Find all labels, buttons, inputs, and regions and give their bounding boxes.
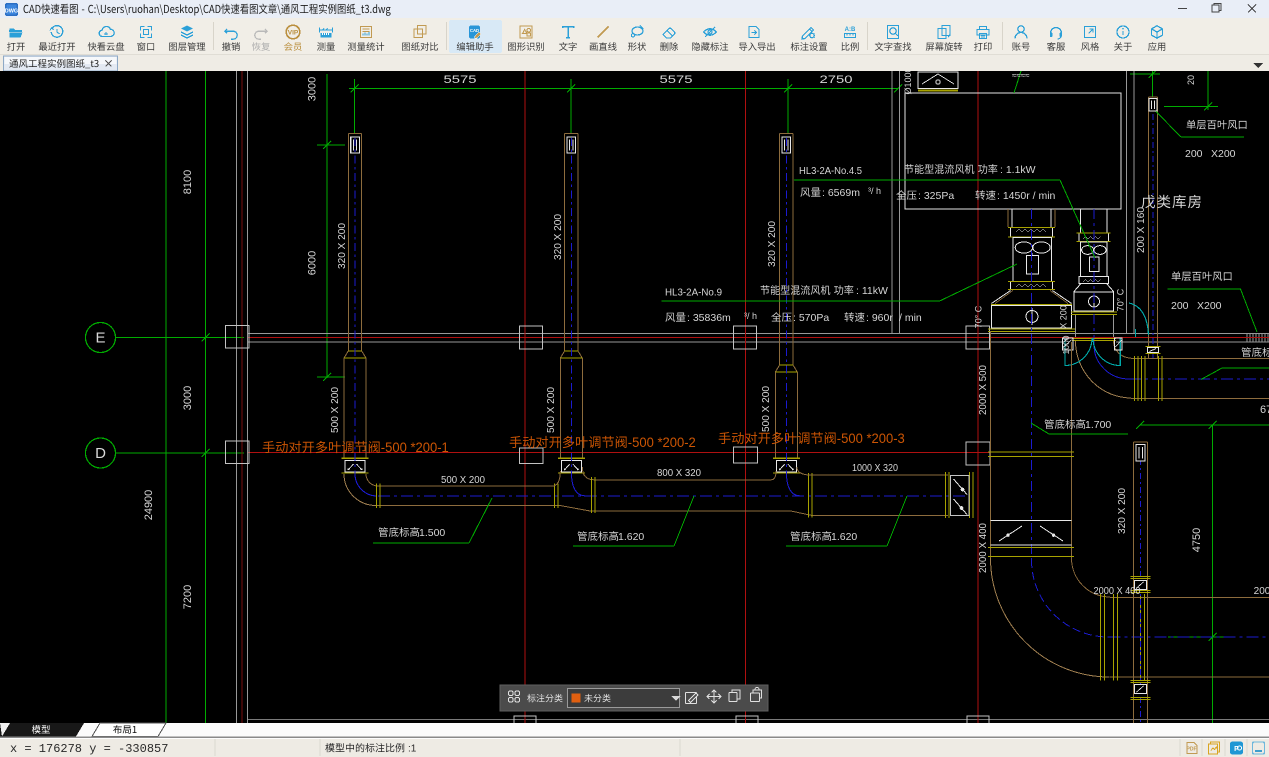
svg-text:200: 200	[1171, 300, 1189, 312]
svg-text:x = 176278 y = -330857: x = 176278 y = -330857	[10, 742, 168, 756]
svg-text:200: 200	[1254, 586, 1269, 597]
svg-text:: 325Pa: : 325Pa	[918, 190, 954, 202]
svg-text::1: :1	[408, 744, 417, 755]
svg-text:5575: 5575	[660, 74, 693, 86]
svg-text:X 200: X 200	[1059, 305, 1069, 329]
svg-text:: 1.1kW: : 1.1kW	[1000, 164, 1036, 176]
svg-text:CAD: CAD	[470, 28, 479, 33]
svg-text:20: 20	[1186, 75, 1196, 85]
svg-text:-500 *200-1: -500 *200-1	[381, 440, 449, 455]
svg-text:3000: 3000	[182, 386, 194, 410]
svg-text:4750: 4750	[1191, 528, 1203, 552]
svg-text:1.500: 1.500	[419, 527, 445, 539]
svg-text:PDF: PDF	[1187, 747, 1197, 753]
svg-text:-500 *200-2: -500 *200-2	[628, 435, 696, 450]
svg-text:DWG: DWG	[5, 9, 18, 15]
svg-text:1000: 1000	[1061, 335, 1071, 354]
svg-text:200 X 160: 200 X 160	[1136, 207, 1147, 253]
svg-text:800 X 320: 800 X 320	[657, 468, 701, 479]
svg-text:2000 X 500: 2000 X 500	[978, 365, 989, 415]
svg-text:2000 X 400: 2000 X 400	[1094, 586, 1141, 597]
svg-text:: 570Pa: : 570Pa	[793, 312, 829, 324]
svg-text:6000: 6000	[307, 251, 319, 275]
svg-text:500 X 200: 500 X 200	[761, 386, 772, 432]
svg-text:: 11kW: : 11kW	[856, 285, 888, 297]
svg-text:5575: 5575	[444, 74, 477, 86]
svg-text:: 6569m: : 6569m	[822, 187, 860, 199]
svg-text:24900: 24900	[143, 490, 155, 521]
svg-text:1.620: 1.620	[831, 531, 857, 543]
svg-text:³/ h: ³/ h	[868, 186, 881, 196]
svg-text:HL3-2A-No.4.5: HL3-2A-No.4.5	[799, 165, 862, 177]
svg-text:1000 X 320: 1000 X 320	[852, 463, 898, 474]
svg-text:500 X 200: 500 X 200	[546, 387, 557, 433]
svg-text:HL3-2A-No.9: HL3-2A-No.9	[665, 287, 722, 299]
svg-text:: 1450r / min: : 1450r / min	[997, 190, 1056, 202]
svg-text:320 X 200: 320 X 200	[553, 214, 564, 260]
svg-text:7200: 7200	[182, 585, 194, 609]
svg-text:/ min: / min	[899, 312, 922, 324]
svg-text:500 X 200: 500 X 200	[441, 475, 485, 486]
svg-text:³/ h: ³/ h	[744, 311, 757, 321]
svg-text:X200: X200	[1197, 300, 1222, 312]
svg-text:1.700: 1.700	[1085, 419, 1111, 431]
svg-text:67: 67	[1260, 404, 1269, 416]
svg-text:320 X 200: 320 X 200	[767, 221, 778, 267]
svg-text:8100: 8100	[182, 170, 194, 194]
svg-text:2000 X 400: 2000 X 400	[978, 523, 989, 573]
svg-text:70° C: 70° C	[974, 305, 984, 328]
svg-text:Ø1000: Ø1000	[903, 67, 913, 94]
svg-text:≈≈≈≈: ≈≈≈≈	[1012, 71, 1030, 80]
svg-text:3000: 3000	[307, 77, 319, 101]
svg-text:-500 *200-3: -500 *200-3	[837, 431, 905, 446]
svg-text:: 960r: : 960r	[866, 312, 893, 324]
svg-text:320 X 200: 320 X 200	[1117, 488, 1128, 534]
svg-text:1.620: 1.620	[618, 531, 644, 543]
svg-text:70° C: 70° C	[1116, 288, 1126, 311]
svg-text:A:B: A:B	[845, 27, 856, 33]
svg-text:VIP: VIP	[288, 30, 299, 37]
svg-text:: 35836m: : 35836m	[687, 312, 731, 324]
svg-text:D: D	[95, 445, 106, 462]
svg-text:X200: X200	[1211, 148, 1236, 160]
svg-text:2750: 2750	[820, 74, 853, 86]
svg-text:200: 200	[1185, 148, 1203, 160]
svg-text:500 X 200: 500 X 200	[330, 387, 341, 433]
svg-text:E: E	[95, 330, 105, 347]
svg-text:320 X 200: 320 X 200	[337, 223, 348, 269]
